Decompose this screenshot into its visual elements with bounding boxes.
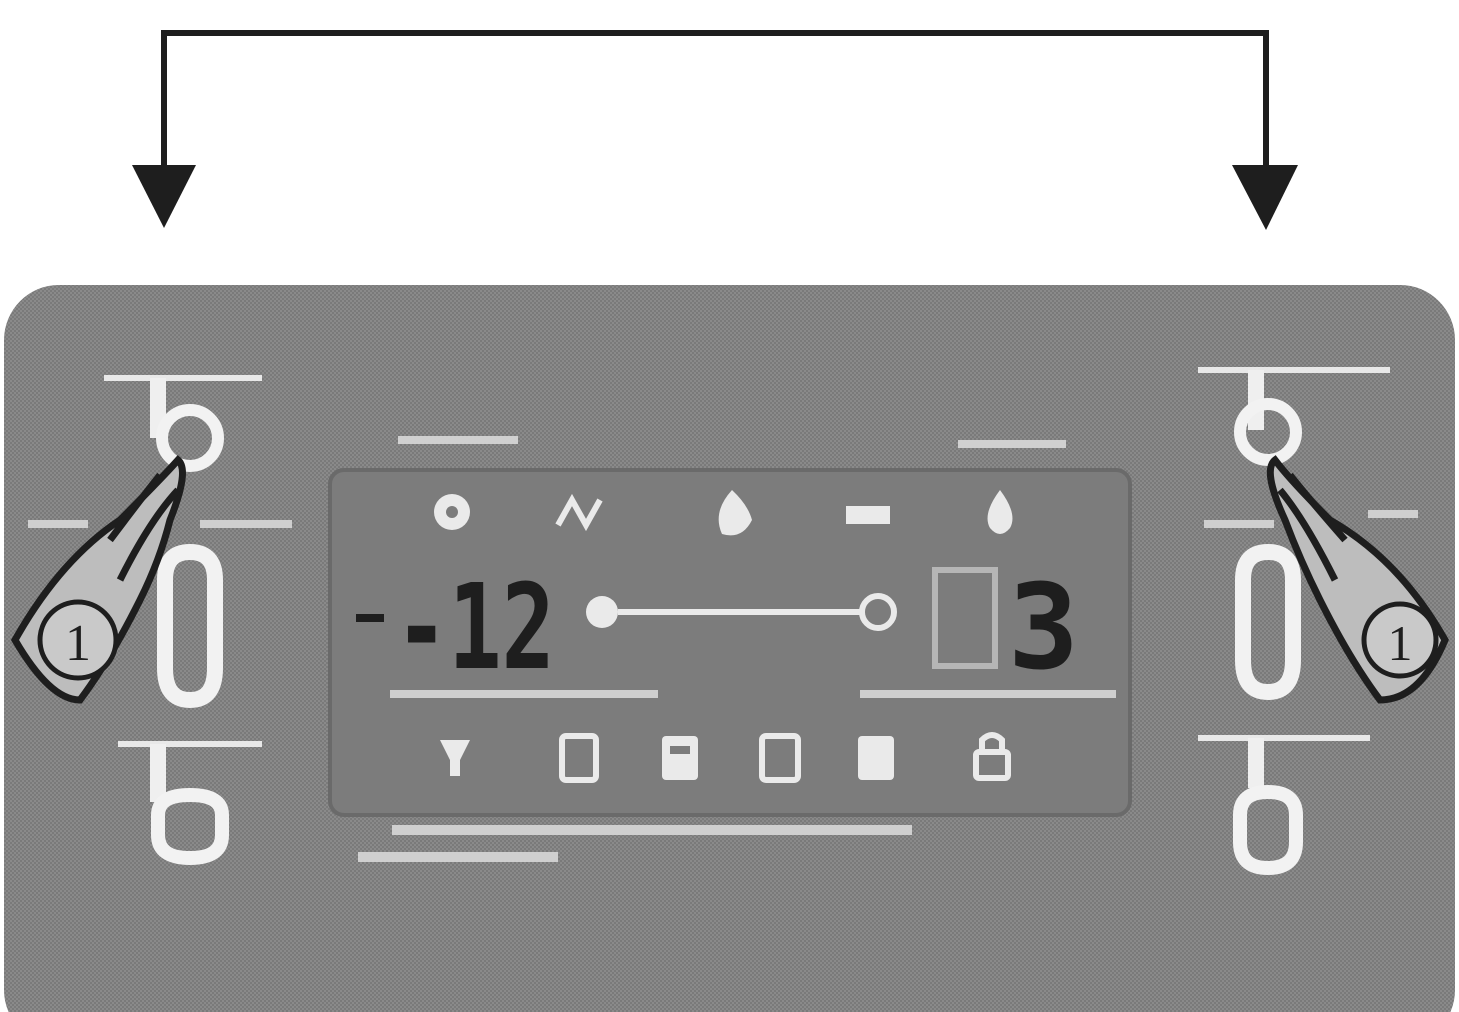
minus-sign [356, 614, 384, 622]
fridge-header-label [958, 440, 1066, 448]
control-panel-diagram: 1 1 -12 3 [4, 30, 1455, 1012]
ice-bin-icon [662, 736, 698, 780]
arrow-down-left-icon [132, 165, 196, 228]
right-side-label [1204, 520, 1274, 528]
arrow-down-right-icon [1232, 165, 1298, 230]
left-side-label [28, 520, 88, 528]
step-marker-left-label: 1 [65, 615, 91, 672]
left-side-label-2 [200, 520, 292, 528]
fridge-temperature-readout: 3 [1008, 558, 1079, 696]
step-marker-right-label: 1 [1388, 615, 1413, 671]
double-arrow-connector [132, 30, 1298, 230]
freezer-sub-label [390, 690, 658, 698]
display-window: -12 3 [328, 436, 1132, 817]
snowflake-text-icon [846, 506, 890, 524]
fridge-sub-label [860, 690, 1116, 698]
right-side-label-2 [1368, 510, 1418, 518]
freezer-temperature-readout: -12 [395, 558, 555, 696]
crushed-icon [858, 736, 894, 780]
freezer-header-label [398, 436, 518, 444]
fan-icon [434, 494, 470, 530]
